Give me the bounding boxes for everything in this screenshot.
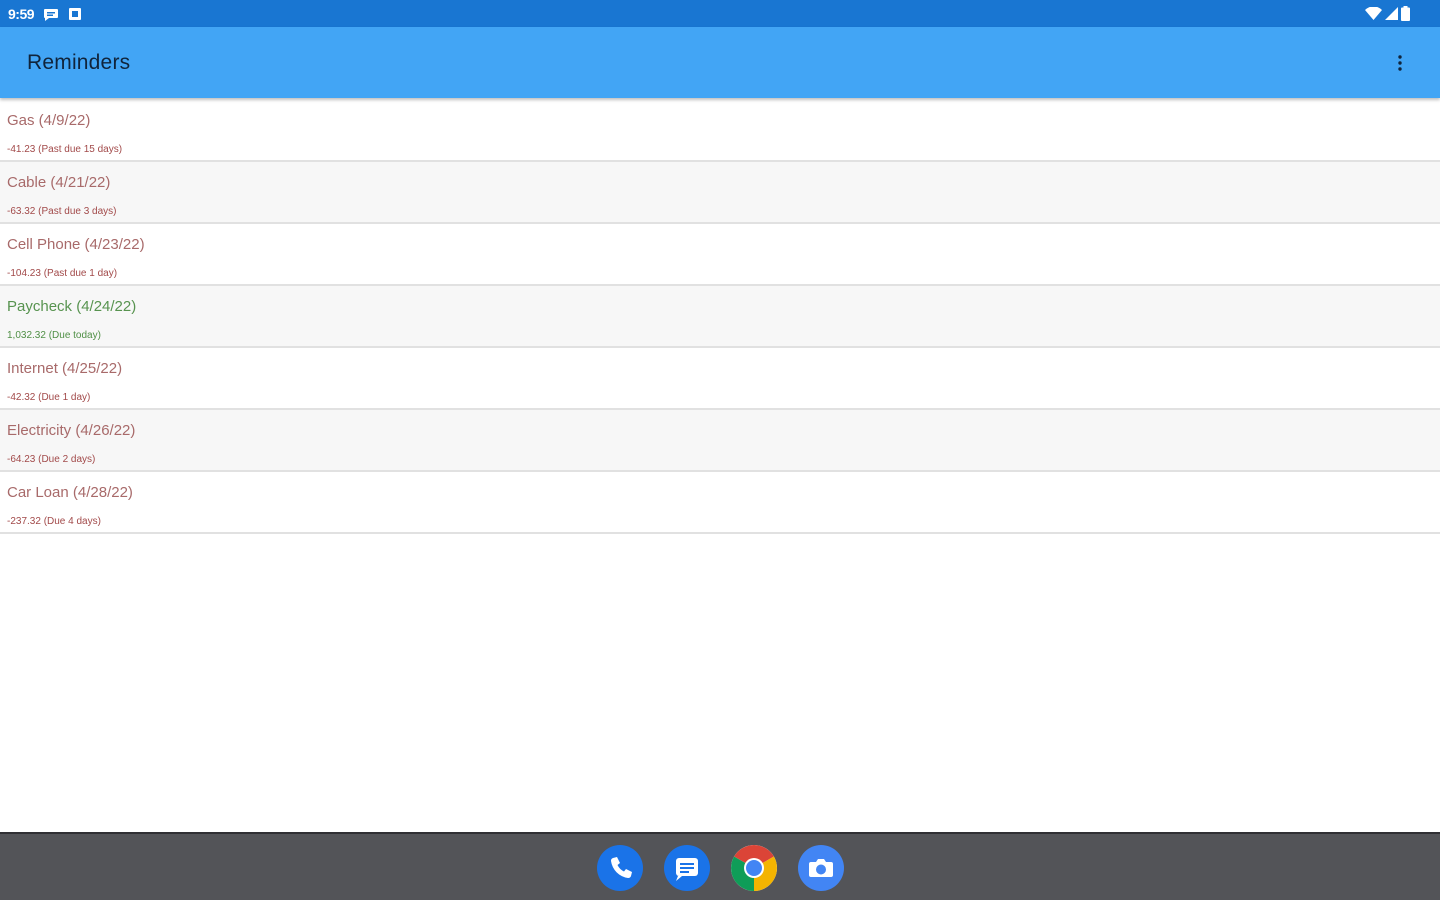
list-item[interactable]: Electricity (4/26/22) -64.23 (Due 2 days… xyxy=(0,410,1440,472)
list-item[interactable]: Car Loan (4/28/22) -237.32 (Due 4 days) xyxy=(0,472,1440,534)
status-time: 9:59 xyxy=(8,5,35,22)
reminder-detail: -41.23 (Past due 15 days) xyxy=(7,144,123,155)
reminder-title: Cell Phone (4/23/22) xyxy=(7,236,145,253)
cell-signal-icon xyxy=(1385,7,1398,20)
status-left: 9:59 xyxy=(8,6,82,22)
list-item[interactable]: Paycheck (4/24/22) 1,032.32 (Due today) xyxy=(0,286,1440,348)
reminder-detail: -63.32 (Past due 3 days) xyxy=(7,206,117,217)
status-bar: 9:59 xyxy=(0,0,1440,27)
list-item[interactable]: Gas (4/9/22) -41.23 (Past due 15 days) xyxy=(0,100,1440,162)
reminder-detail: -104.23 (Past due 1 day) xyxy=(7,268,118,279)
camera-app-icon[interactable] xyxy=(798,845,844,891)
taskbar xyxy=(0,832,1440,900)
message-notification-icon xyxy=(44,8,59,21)
battery-icon xyxy=(1401,6,1410,21)
reminder-detail: -42.32 (Due 1 day) xyxy=(7,392,91,403)
list-item[interactable]: Internet (4/25/22) -42.32 (Due 1 day) xyxy=(0,348,1440,410)
reminder-title: Car Loan (4/28/22) xyxy=(7,484,133,501)
wifi-icon xyxy=(1365,7,1382,20)
status-right xyxy=(1365,6,1432,21)
reminders-list: Gas (4/9/22) -41.23 (Past due 15 days) C… xyxy=(0,100,1440,534)
reminder-title: Internet (4/25/22) xyxy=(7,360,123,377)
reminder-title: Paycheck (4/24/22) xyxy=(7,298,137,315)
page-title: Reminders xyxy=(27,50,131,74)
screenshot-notification-icon xyxy=(69,7,82,20)
list-item[interactable]: Cable (4/21/22) -63.32 (Past due 3 days) xyxy=(0,162,1440,224)
reminder-title: Cable (4/21/22) xyxy=(7,174,111,191)
reminder-detail: -64.23 (Due 2 days) xyxy=(7,454,96,465)
reminder-detail: -237.32 (Due 4 days) xyxy=(7,516,101,527)
reminder-title: Gas (4/9/22) xyxy=(7,112,91,129)
app-bar: Reminders xyxy=(0,27,1440,98)
chrome-app-icon[interactable] xyxy=(731,845,777,891)
overflow-menu-button[interactable] xyxy=(1388,51,1412,75)
messages-app-icon[interactable] xyxy=(664,845,710,891)
reminder-title: Electricity (4/26/22) xyxy=(7,422,136,439)
reminder-detail: 1,032.32 (Due today) xyxy=(7,330,101,341)
phone-app-icon[interactable] xyxy=(597,845,643,891)
more-vert-icon xyxy=(1398,55,1402,71)
list-item[interactable]: Cell Phone (4/23/22) -104.23 (Past due 1… xyxy=(0,224,1440,286)
